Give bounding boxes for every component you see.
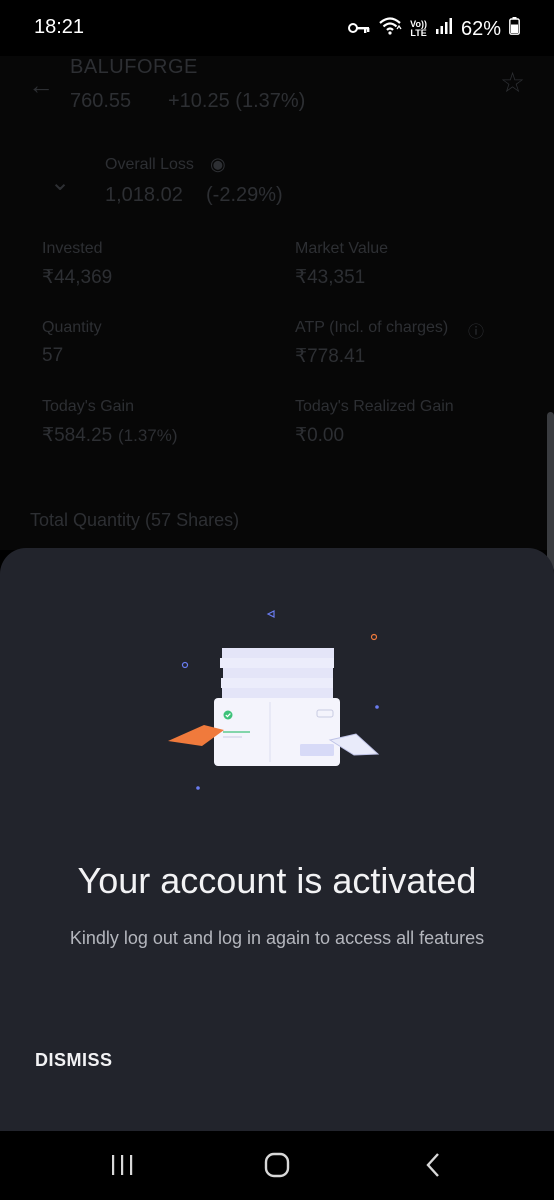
chevron-down-icon: ⌄ (50, 169, 71, 196)
market-value-label: Market Value (295, 240, 389, 257)
overall-loss-pct: (-2.29%) (206, 184, 283, 206)
battery-percent: 62% (460, 17, 501, 40)
todays-gain-label: Today's Gain (42, 398, 134, 415)
scroll-handle[interactable] (547, 412, 554, 572)
documents-illustration (168, 610, 380, 790)
navigation-bar (0, 1131, 554, 1200)
status-time: 18:21 (34, 16, 85, 38)
signal-icon (435, 17, 453, 41)
invested-value: ₹44,369 (42, 267, 113, 288)
info-icon: ⓘ (468, 324, 485, 341)
atp-label: ATP (Incl. of charges) (295, 319, 449, 336)
volte-icon: Vo)) LTE (410, 20, 427, 38)
realized-gain-label: Today's Realized Gain (295, 398, 454, 415)
back-icon[interactable] (413, 1149, 453, 1181)
background-stock-screen: ← BALUFORGE 760.55 +10.25 (1.37%) ☆ ⌄ Ov… (0, 56, 554, 550)
battery-icon (509, 17, 520, 41)
recent-apps-icon[interactable] (102, 1149, 142, 1181)
star-icon: ☆ (500, 67, 526, 98)
overall-loss-label: Overall Loss (105, 156, 194, 173)
dismiss-button[interactable]: DISMISS (35, 1050, 113, 1071)
quantity-value: 57 (42, 345, 64, 366)
realized-gain-value: ₹0.00 (295, 425, 345, 446)
status-bar: 18:21 Vo)) LTE 62% (0, 0, 554, 56)
eye-icon: ◉ (210, 154, 226, 174)
market-value-value: ₹43,351 (295, 267, 366, 288)
total-quantity: Total Quantity (57 Shares) (30, 510, 240, 530)
key-icon (348, 18, 370, 41)
activation-bottom-sheet: Your account is activated Kindly log out… (0, 548, 554, 1131)
invested-label: Invested (42, 240, 103, 257)
atp-value: ₹778.41 (295, 346, 366, 367)
stock-price: 760.55 (70, 90, 132, 112)
stock-name: BALUFORGE (70, 56, 198, 78)
back-arrow-icon: ← (28, 70, 54, 100)
status-icons: Vo)) LTE 62% (348, 16, 520, 42)
todays-gain-value: ₹584.25 (42, 425, 113, 446)
quantity-label: Quantity (42, 319, 102, 336)
home-icon[interactable] (257, 1149, 297, 1181)
sheet-subtitle: Kindly log out and log in again to acces… (69, 928, 485, 948)
overall-loss-value: 1,018.02 (105, 184, 183, 206)
stock-change: +10.25 (1.37%) (168, 90, 306, 112)
wifi-icon (378, 16, 402, 42)
lte-label: LTE (410, 28, 427, 38)
todays-gain-pct: (1.37%) (118, 426, 178, 445)
sheet-title: Your account is activated (77, 860, 477, 901)
